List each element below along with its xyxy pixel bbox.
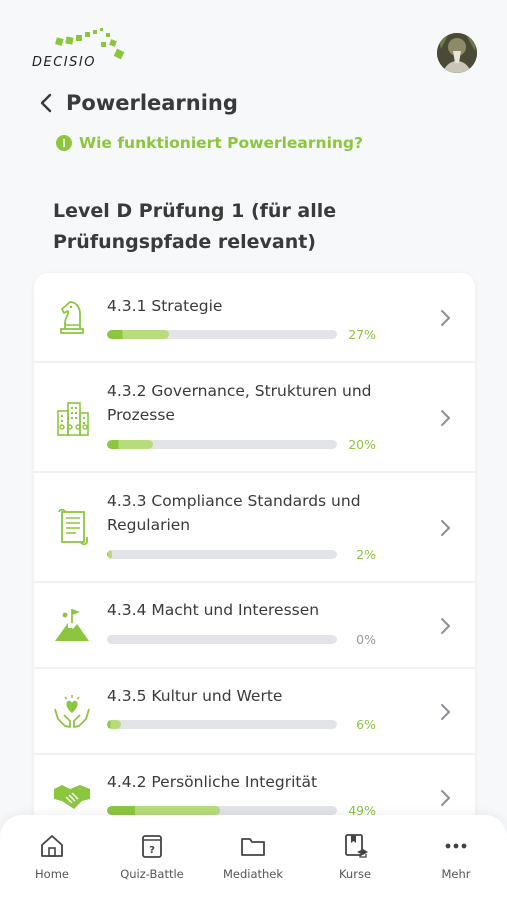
buildings-icon [57, 402, 89, 436]
module-title: 4.4.2 Persönliche Integrität [107, 773, 318, 791]
tab-label: Home [35, 867, 69, 881]
chevron-left-icon [40, 93, 52, 113]
chevron-right-icon [441, 618, 450, 634]
tab-mehr[interactable]: Mehr [411, 833, 501, 893]
more-dots-icon [445, 843, 467, 849]
module-title: 4.3.4 Macht und Interessen [107, 601, 320, 619]
module-row-kultur[interactable]: 4.3.5 Kultur und Werte 6% [34, 669, 475, 755]
progress-fill [107, 720, 121, 729]
tab-label: Quiz-Battle [120, 867, 184, 881]
progress-fill [107, 330, 170, 339]
course-book-icon [345, 834, 368, 858]
quiz-card-icon: ? [142, 835, 162, 858]
tab-quiz-battle[interactable]: ? Quiz-Battle [107, 833, 197, 893]
bottom-tab-bar: Home ? Quiz-Battle Mediathek Kurse Mehr [0, 815, 507, 900]
avatar-image [437, 33, 477, 73]
tab-label: Mehr [441, 867, 471, 881]
progress-fill [107, 806, 220, 815]
chess-knight-icon [60, 301, 84, 334]
handshake-icon [54, 785, 90, 809]
top-bar: DECISIO [0, 0, 507, 85]
module-row-governance[interactable]: 4.3.2 Governance, Strukturen und Prozess… [34, 363, 475, 473]
progress-bar [107, 330, 337, 339]
module-row-macht[interactable]: 4.3.4 Macht und Interessen 0% [34, 583, 475, 669]
progress-percent: 6% [356, 717, 376, 732]
page-header: Powerlearning [36, 86, 238, 120]
tab-mediathek[interactable]: Mediathek [208, 833, 298, 893]
chevron-right-icon [441, 790, 450, 806]
section-title: Level D Prüfung 1 (für alle Prüfungspfad… [53, 200, 337, 253]
back-button[interactable] [36, 92, 58, 114]
progress-percent: 20% [348, 437, 376, 452]
svg-text:?: ? [149, 845, 155, 856]
module-title: 4.3.5 Kultur und Werte [107, 687, 283, 705]
tab-home[interactable]: Home [7, 833, 97, 893]
progress-percent: 27% [348, 327, 376, 342]
how-it-works-link[interactable]: i Wie funktioniert Powerlearning? [56, 134, 363, 152]
hands-heart-icon [54, 695, 90, 728]
tab-label: Kurse [338, 867, 372, 881]
page-title: Powerlearning [66, 91, 238, 115]
progress-percent: 2% [356, 547, 376, 562]
progress-bar [107, 720, 337, 729]
chevron-right-icon [441, 410, 450, 426]
decisio-logo[interactable]: DECISIO [32, 28, 142, 72]
progress-fill [107, 550, 112, 559]
chevron-right-icon [441, 704, 450, 720]
module-row-strategie[interactable]: 4.3.1 Strategie 27% [34, 273, 475, 363]
module-title: 4.3.2 Governance, Strukturen und Prozess… [107, 382, 372, 424]
tab-kurse[interactable]: Kurse [310, 833, 400, 893]
logo-text: DECISIO [32, 55, 96, 70]
mountain-flag-icon [55, 609, 89, 641]
progress-bar [107, 440, 337, 449]
module-title: 4.3.1 Strategie [107, 297, 223, 315]
progress-fill [107, 440, 153, 449]
folder-icon [241, 838, 265, 856]
how-it-works-label: Wie funktioniert Powerlearning? [79, 134, 364, 152]
module-list: 4.3.1 Strategie 27% 4.3.2 Governance, St… [34, 273, 475, 833]
module-title: 4.3.3 Compliance Standards und Regularie… [107, 492, 361, 534]
progress-bar [107, 635, 337, 644]
home-icon [41, 835, 63, 857]
avatar[interactable] [437, 33, 477, 73]
progress-bar [107, 550, 337, 559]
progress-bar [107, 806, 337, 815]
chevron-right-icon [441, 520, 450, 536]
scroll-icon [58, 508, 88, 546]
chevron-right-icon [441, 310, 450, 326]
module-row-compliance[interactable]: 4.3.3 Compliance Standards und Regularie… [34, 473, 475, 583]
tab-label: Mediathek [222, 867, 284, 881]
info-icon: i [56, 135, 72, 151]
progress-percent: 0% [356, 632, 376, 647]
